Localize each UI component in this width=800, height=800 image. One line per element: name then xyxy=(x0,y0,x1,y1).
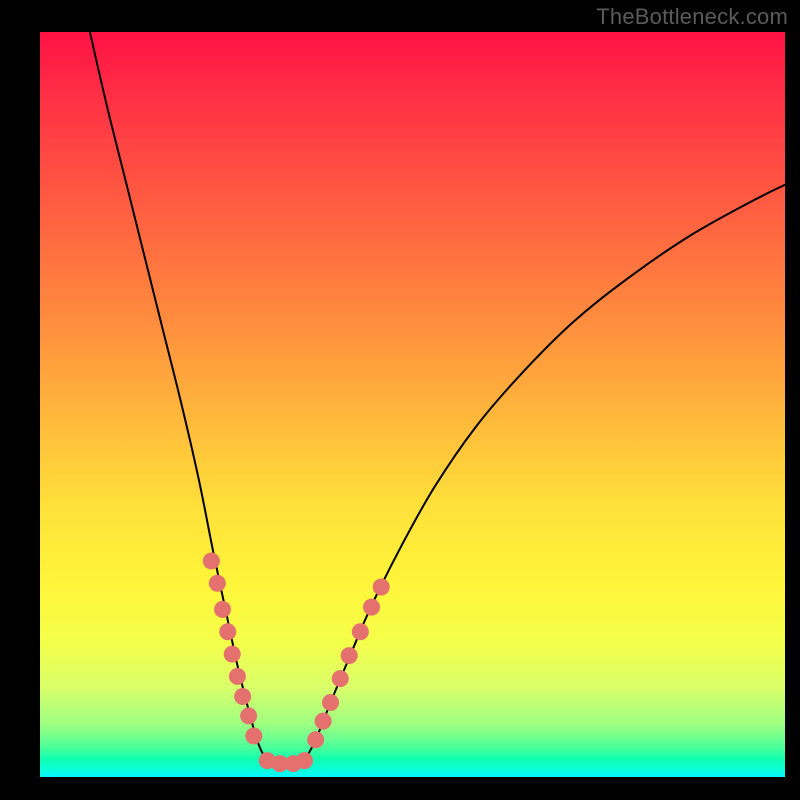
marker-dot xyxy=(245,728,262,745)
marker-dot xyxy=(240,707,257,724)
marker-dot xyxy=(219,623,236,640)
marker-dot xyxy=(332,670,349,687)
curve-group xyxy=(90,32,785,764)
watermark-text: TheBottleneck.com xyxy=(596,4,788,30)
marker-dot xyxy=(315,713,332,730)
chart-frame: TheBottleneck.com xyxy=(0,0,800,800)
marker-dot xyxy=(229,668,246,685)
marker-dot xyxy=(307,731,324,748)
marker-dot xyxy=(352,623,369,640)
marker-dot xyxy=(203,552,220,569)
marker-dot xyxy=(209,575,226,592)
curve-right-branch xyxy=(304,185,785,761)
marker-dot xyxy=(363,599,380,616)
marker-dot xyxy=(296,752,313,769)
chart-svg xyxy=(40,32,785,777)
curve-left-branch xyxy=(90,32,267,762)
marker-dot xyxy=(322,694,339,711)
marker-dot xyxy=(373,579,390,596)
marker-dot xyxy=(214,601,231,618)
marker-dot xyxy=(234,688,251,705)
marker-group xyxy=(203,552,390,772)
marker-dot xyxy=(224,646,241,663)
marker-dot xyxy=(341,647,358,664)
plot-area xyxy=(40,32,785,777)
